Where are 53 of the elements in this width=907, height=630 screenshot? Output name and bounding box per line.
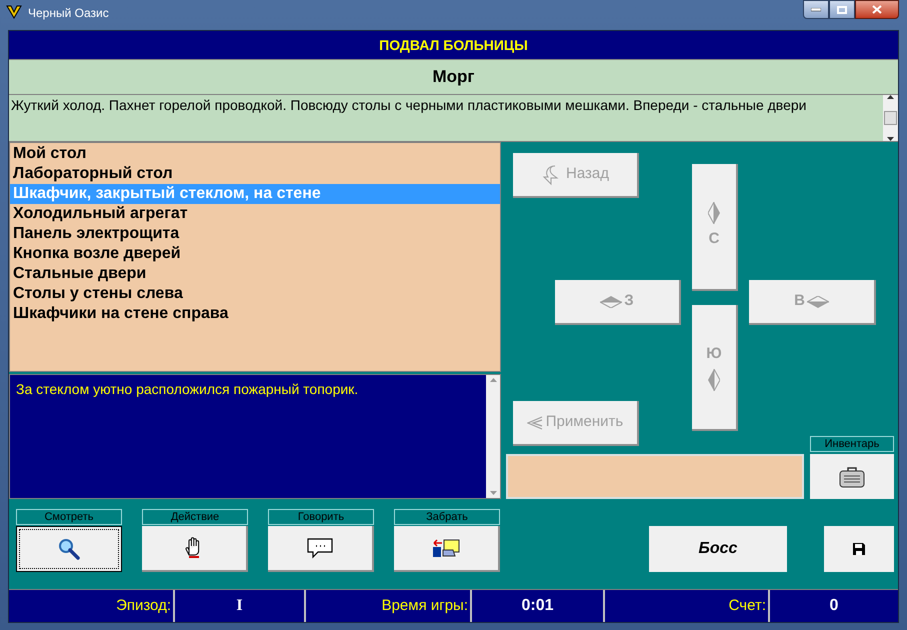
arrow-left-icon [526,416,543,430]
object-list-item[interactable]: Мой стол [10,144,500,164]
diamond-arrow-icon [600,296,622,308]
status-value: 0 [828,596,840,616]
action-label: Забрать [394,509,500,525]
object-list-item[interactable]: Шкафчики на стене справа [10,304,500,324]
diamond-arrow-icon [806,296,829,308]
close-icon [872,5,882,14]
take-button[interactable] [394,526,500,572]
item-field[interactable] [506,454,804,499]
object-list-item[interactable]: Холодильный агрегат [10,204,500,224]
minimize-button[interactable] [803,0,829,19]
location-title: Морг [9,59,898,94]
scrollbar[interactable] [883,95,898,141]
speech-bubble-icon [306,537,334,559]
status-label: Счет: [605,590,770,622]
boss-button[interactable]: Босс [649,526,787,572]
maximize-button[interactable] [829,0,855,19]
talk-button[interactable] [268,526,374,572]
area-header: ПОДВАЛ БОЛЬНИЦЫ [9,31,898,59]
object-list-item[interactable]: Панель электрощита [10,224,500,244]
window-title: Черный Оазис [28,5,109,22]
action-button[interactable] [142,526,248,572]
magnifier-icon [58,538,80,560]
scroll-up-icon [490,378,496,382]
status-label: Эпизод: [9,590,175,622]
scroll-down-icon [887,137,894,141]
diamond-arrow-icon [708,202,720,224]
save-button[interactable] [824,526,894,572]
status-value: 0:01 [472,590,605,622]
action-label: Смотреть [16,509,122,525]
object-list-item[interactable]: Лабораторный стол [10,164,500,184]
close-button[interactable] [855,0,899,19]
description-text: Жуткий холод. Пахнет горелой проводкой. Повсюду столы с черными пластиковыми мешками. Впереди - стальные двери [10,96,808,115]
action-label: Говорить [268,509,374,525]
scroll-down-icon [490,491,496,495]
inventory-label: Инвентарь [810,436,894,452]
minimize-icon [811,8,821,12]
object-list-item[interactable]: Стальные двери [10,264,500,284]
status-value: I [175,590,306,622]
briefcase-icon [839,466,865,488]
look-button[interactable] [16,526,122,572]
status-label: Время игры: [306,590,472,622]
inventory-button[interactable] [810,454,894,499]
scroll-thumb[interactable] [884,111,897,125]
app-logo-icon [6,4,22,20]
object-list-item[interactable]: Столы у стены слева [10,284,500,304]
maximize-icon [837,6,847,14]
object-list-item[interactable]: Кнопка возле дверей [10,244,500,264]
diamond-arrow-icon [708,369,720,392]
scrollbar[interactable] [486,375,500,498]
action-label: Действие [142,509,248,525]
message-text: За стеклом уютно расположился пожарный топорик. [15,380,360,399]
